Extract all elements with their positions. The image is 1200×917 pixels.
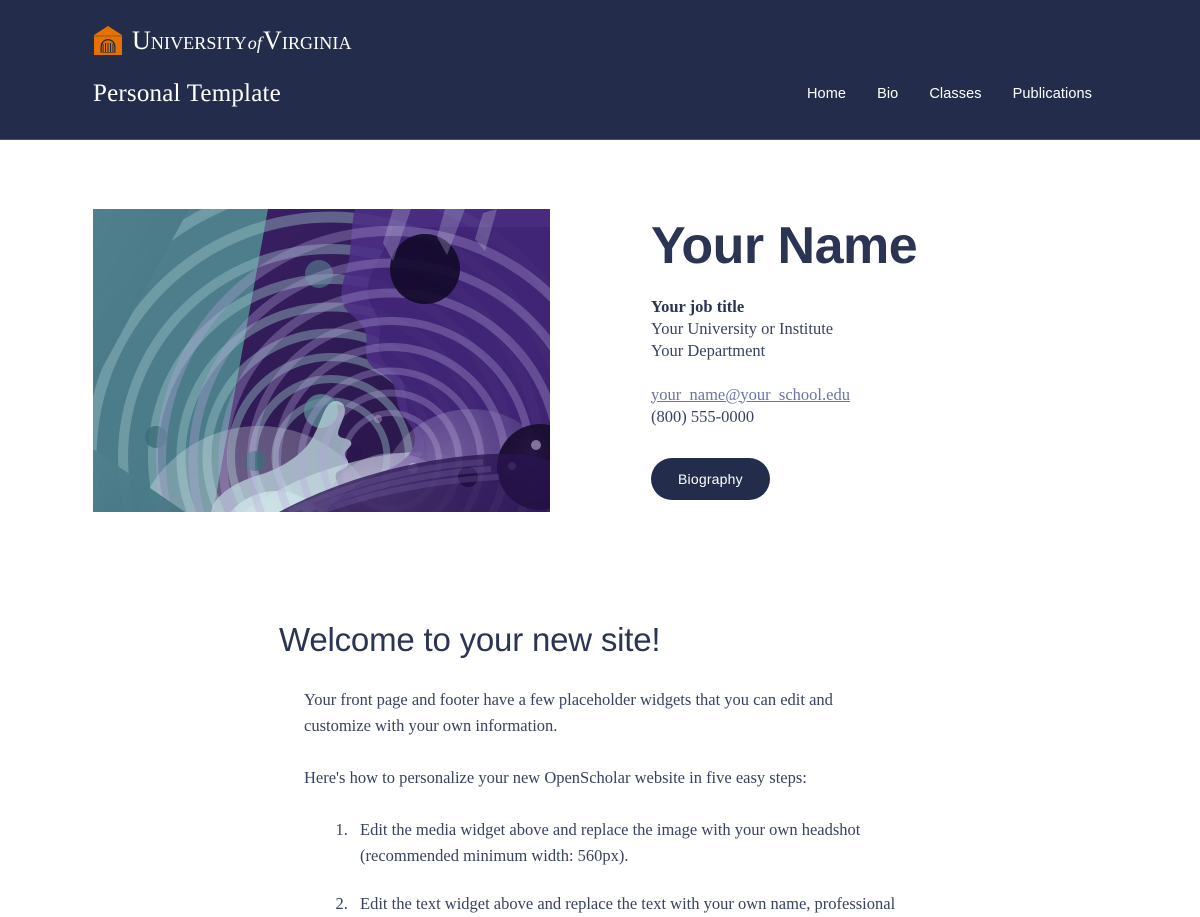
nav-row: Personal Template Home Bio Classes Publi… bbox=[0, 62, 1200, 126]
nav-item-home[interactable]: Home bbox=[807, 86, 846, 102]
hero-text-widget: Your Name Your job title Your University… bbox=[550, 209, 1200, 500]
biography-button[interactable]: Biography bbox=[651, 457, 770, 500]
phone-number: (800) 555-0000 bbox=[651, 406, 755, 426]
profiles-illustration bbox=[93, 209, 550, 512]
site-header: University of Virginia Personal Template H… bbox=[0, 0, 1200, 140]
wordmark-university: University bbox=[132, 25, 247, 55]
nav-item-classes[interactable]: Classes bbox=[929, 86, 981, 102]
uva-rotunda-icon bbox=[93, 26, 123, 55]
list-item: Edit the text widget above and replace t… bbox=[352, 891, 918, 917]
nav-item-publications[interactable]: Publications bbox=[1013, 86, 1092, 102]
brand-row: University of Virginia bbox=[0, 0, 1200, 62]
uva-wordmark: University of Virginia bbox=[132, 25, 352, 55]
wordmark-virginia: Virginia bbox=[262, 25, 352, 55]
nav-item-bio[interactable]: Bio bbox=[877, 86, 898, 102]
welcome-paragraph-1: Your front page and footer have a few pl… bbox=[304, 690, 833, 735]
welcome-heading: Welcome to your new site! bbox=[279, 621, 661, 658]
department-name: Your Department bbox=[651, 340, 766, 360]
list-item: Edit the media widget above and replace … bbox=[352, 817, 918, 869]
hero-section: Your Name Your job title Your University… bbox=[0, 140, 1200, 512]
welcome-paragraph-2: Here's how to personalize your new OpenS… bbox=[304, 768, 807, 787]
institute-name: Your University or Institute bbox=[651, 318, 834, 338]
email-link[interactable]: your_name@your_school.edu bbox=[651, 384, 850, 406]
steps-list: Edit the media widget above and replace … bbox=[304, 817, 1200, 917]
welcome-body: Your front page and footer have a few pl… bbox=[279, 687, 1200, 917]
main-navigation: Home Bio Classes Publications bbox=[807, 86, 1092, 102]
hero-image-widget bbox=[93, 209, 550, 512]
welcome-section: Welcome to your new site! Your front pag… bbox=[0, 512, 1200, 917]
wordmark-of: of bbox=[247, 32, 262, 53]
uva-logo-link[interactable]: University of Virginia bbox=[93, 26, 1200, 55]
site-title: Personal Template bbox=[93, 80, 281, 107]
person-name: Your Name bbox=[651, 217, 918, 275]
contact-block: your_name@your_school.edu (800) 555-0000 bbox=[651, 384, 1200, 428]
job-title: Your job title bbox=[651, 296, 745, 316]
